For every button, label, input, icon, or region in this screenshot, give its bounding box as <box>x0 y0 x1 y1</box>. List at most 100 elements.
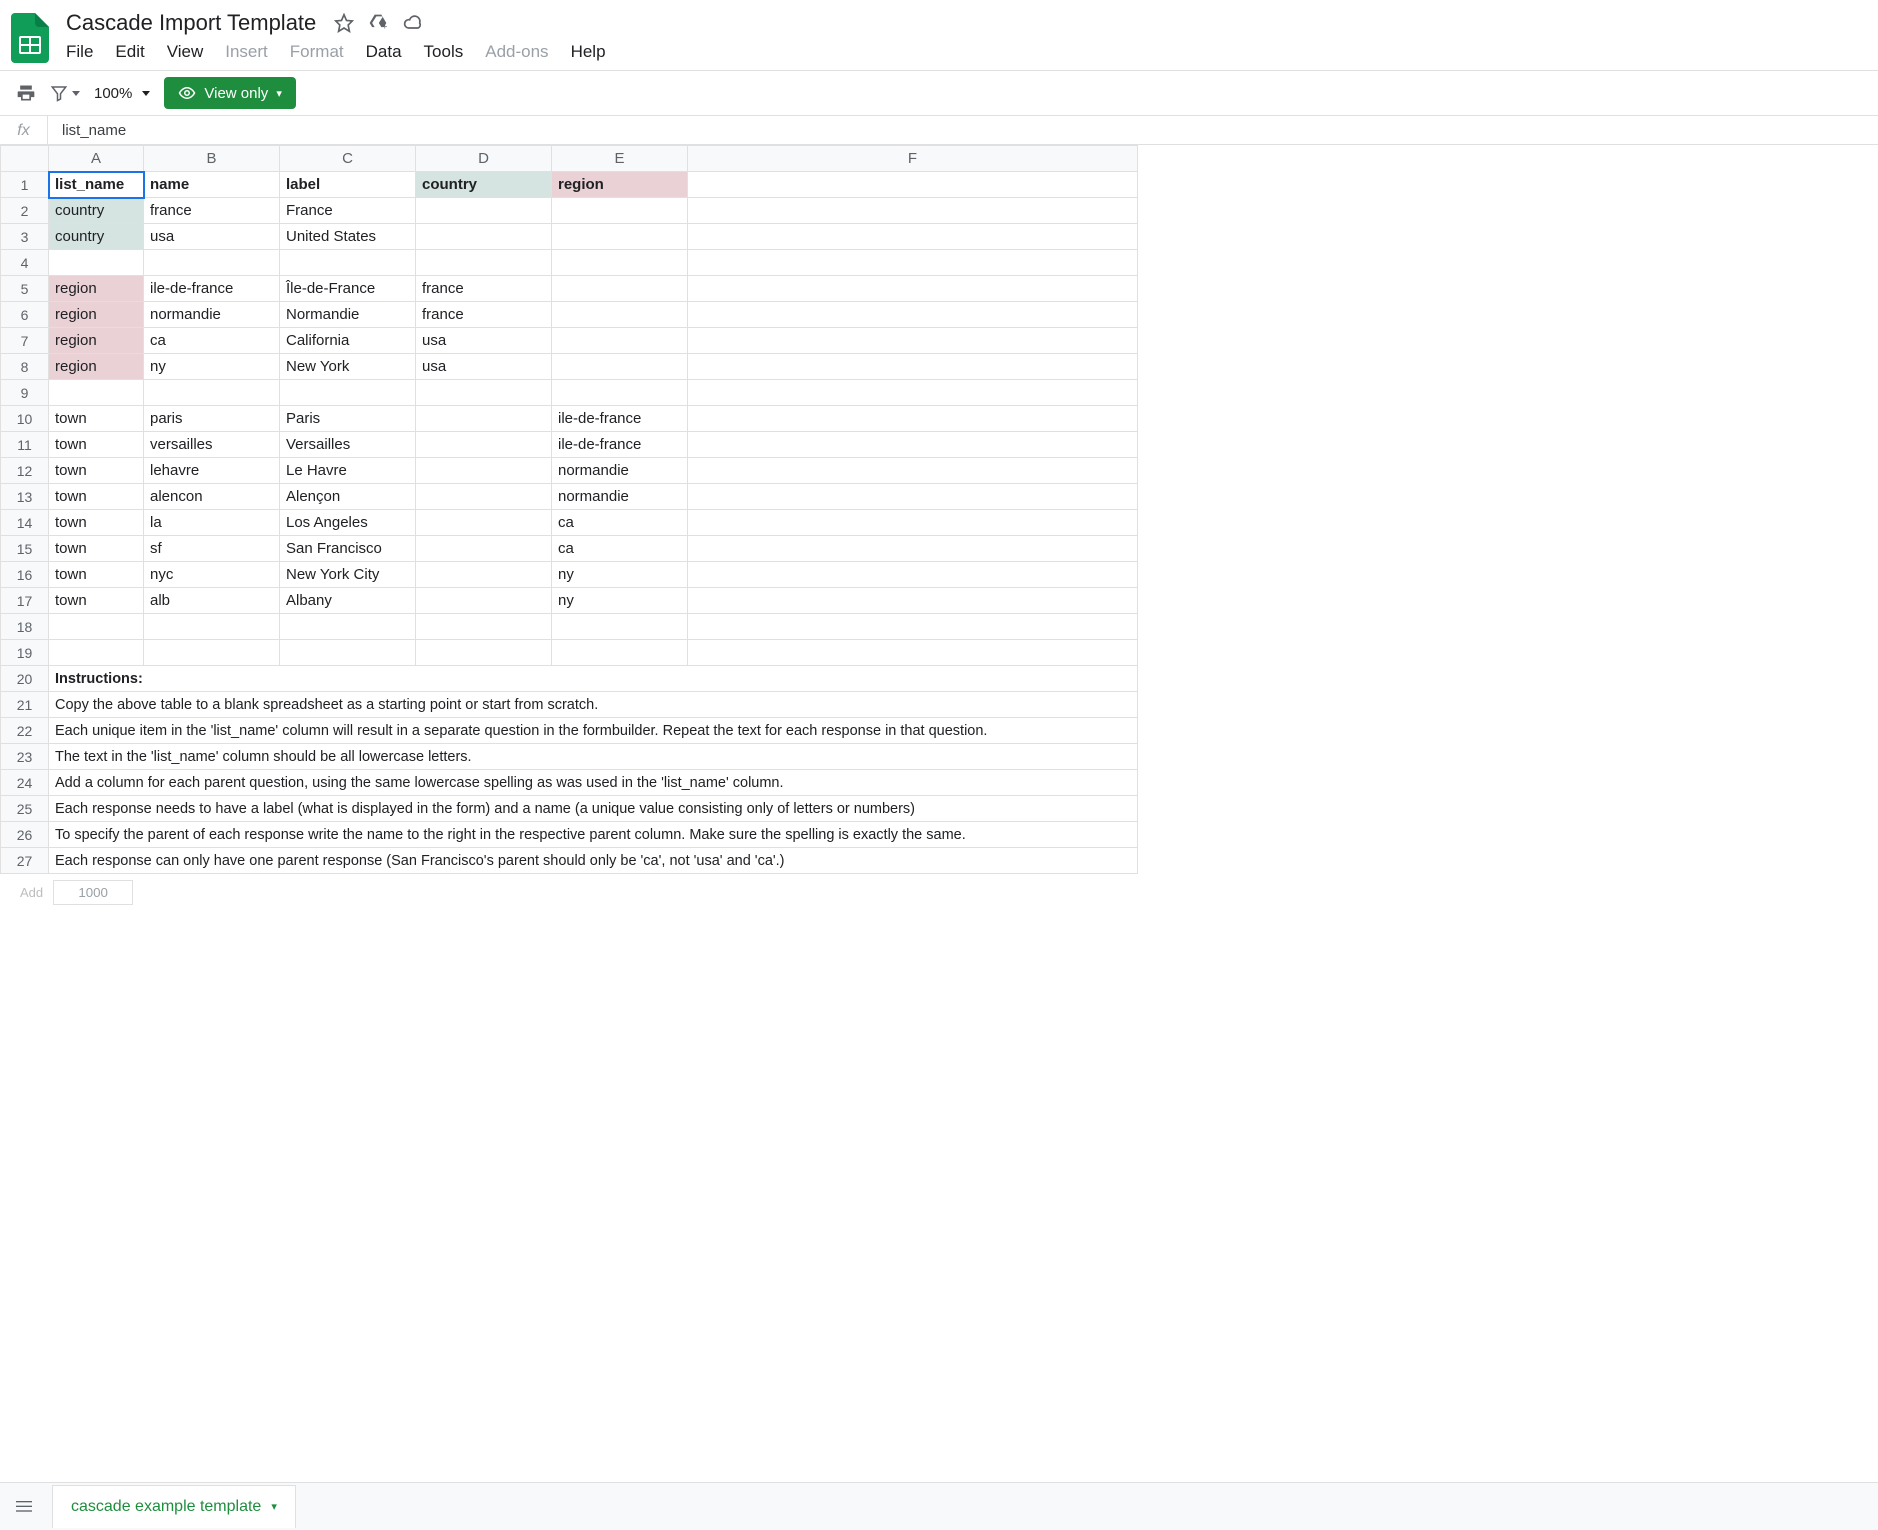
cell-18D[interactable] <box>416 614 552 640</box>
cell-4A[interactable] <box>49 250 144 276</box>
row-header[interactable]: 11 <box>1 432 49 458</box>
cell-16F[interactable] <box>688 562 1138 588</box>
cell-17A[interactable]: town <box>49 588 144 614</box>
cell-27A[interactable]: Each response can only have one parent r… <box>49 848 1138 874</box>
cell-3E[interactable] <box>552 224 688 250</box>
cell-13B[interactable]: alencon <box>144 484 280 510</box>
menu-addons[interactable]: Add-ons <box>485 42 548 62</box>
cell-10B[interactable]: paris <box>144 406 280 432</box>
cell-11A[interactable]: town <box>49 432 144 458</box>
row-header[interactable]: 9 <box>1 380 49 406</box>
cell-6E[interactable] <box>552 302 688 328</box>
row-header[interactable]: 21 <box>1 692 49 718</box>
cell-5D[interactable]: france <box>416 276 552 302</box>
cell-12A[interactable]: town <box>49 458 144 484</box>
cell-6A[interactable]: region <box>49 302 144 328</box>
row-header[interactable]: 17 <box>1 588 49 614</box>
row-header[interactable]: 5 <box>1 276 49 302</box>
cell-25A[interactable]: Each response needs to have a label (wha… <box>49 796 1138 822</box>
add-rows-input[interactable] <box>53 880 133 905</box>
cell-11F[interactable] <box>688 432 1138 458</box>
cell-19B[interactable] <box>144 640 280 666</box>
row-header[interactable]: 23 <box>1 744 49 770</box>
cell-11B[interactable]: versailles <box>144 432 280 458</box>
cell-7B[interactable]: ca <box>144 328 280 354</box>
cell-14B[interactable]: la <box>144 510 280 536</box>
print-icon[interactable] <box>16 83 36 103</box>
menu-help[interactable]: Help <box>571 42 606 62</box>
cell-14F[interactable] <box>688 510 1138 536</box>
cell-10A[interactable]: town <box>49 406 144 432</box>
cell-12D[interactable] <box>416 458 552 484</box>
cell-21A[interactable]: Copy the above table to a blank spreadsh… <box>49 692 1138 718</box>
cell-17F[interactable] <box>688 588 1138 614</box>
cell-6D[interactable]: france <box>416 302 552 328</box>
cell-2B[interactable]: france <box>144 198 280 224</box>
cell-14C[interactable]: Los Angeles <box>280 510 416 536</box>
cell-16E[interactable]: ny <box>552 562 688 588</box>
cell-2F[interactable] <box>688 198 1138 224</box>
doc-title[interactable]: Cascade Import Template <box>62 8 320 38</box>
cell-8E[interactable] <box>552 354 688 380</box>
cell-10F[interactable] <box>688 406 1138 432</box>
star-icon[interactable] <box>334 13 354 33</box>
row-header[interactable]: 3 <box>1 224 49 250</box>
row-header[interactable]: 8 <box>1 354 49 380</box>
col-header-A[interactable]: A <box>49 146 144 172</box>
cell-10E[interactable]: ile-de-france <box>552 406 688 432</box>
cell-1F[interactable] <box>688 172 1138 198</box>
row-header[interactable]: 18 <box>1 614 49 640</box>
cell-20A[interactable]: Instructions: <box>49 666 1138 692</box>
cell-19E[interactable] <box>552 640 688 666</box>
cell-18A[interactable] <box>49 614 144 640</box>
row-header[interactable]: 16 <box>1 562 49 588</box>
col-header-D[interactable]: D <box>416 146 552 172</box>
cell-9B[interactable] <box>144 380 280 406</box>
cell-15C[interactable]: San Francisco <box>280 536 416 562</box>
cell-8B[interactable]: ny <box>144 354 280 380</box>
menu-tools[interactable]: Tools <box>424 42 464 62</box>
cell-2D[interactable] <box>416 198 552 224</box>
cell-17E[interactable]: ny <box>552 588 688 614</box>
cell-9F[interactable] <box>688 380 1138 406</box>
menu-edit[interactable]: Edit <box>115 42 144 62</box>
sheet-tab-dropdown-icon[interactable]: ▾ <box>271 1500 277 1513</box>
cell-7F[interactable] <box>688 328 1138 354</box>
cell-4E[interactable] <box>552 250 688 276</box>
cell-9A[interactable] <box>49 380 144 406</box>
col-header-E[interactable]: E <box>552 146 688 172</box>
sheet-tab-active[interactable]: cascade example template ▾ <box>52 1485 296 1528</box>
cell-5F[interactable] <box>688 276 1138 302</box>
cell-15A[interactable]: town <box>49 536 144 562</box>
cell-19A[interactable] <box>49 640 144 666</box>
cell-1B[interactable]: name <box>144 172 280 198</box>
cell-7E[interactable] <box>552 328 688 354</box>
cell-8F[interactable] <box>688 354 1138 380</box>
cell-16C[interactable]: New York City <box>280 562 416 588</box>
cell-5E[interactable] <box>552 276 688 302</box>
cell-9C[interactable] <box>280 380 416 406</box>
col-header-B[interactable]: B <box>144 146 280 172</box>
cell-1E[interactable]: region <box>552 172 688 198</box>
cell-3F[interactable] <box>688 224 1138 250</box>
row-header[interactable]: 26 <box>1 822 49 848</box>
cell-12C[interactable]: Le Havre <box>280 458 416 484</box>
col-header-C[interactable]: C <box>280 146 416 172</box>
cell-19D[interactable] <box>416 640 552 666</box>
cell-1D[interactable]: country <box>416 172 552 198</box>
cell-6B[interactable]: normandie <box>144 302 280 328</box>
spreadsheet-grid[interactable]: ABCDEF1list_namenamelabelcountryregion2c… <box>0 145 1878 1482</box>
row-header[interactable]: 7 <box>1 328 49 354</box>
cell-12E[interactable]: normandie <box>552 458 688 484</box>
row-header[interactable]: 20 <box>1 666 49 692</box>
all-sheets-icon[interactable] <box>14 1499 34 1515</box>
cell-3A[interactable]: country <box>49 224 144 250</box>
cell-3D[interactable] <box>416 224 552 250</box>
cell-18B[interactable] <box>144 614 280 640</box>
cell-11C[interactable]: Versailles <box>280 432 416 458</box>
cell-5B[interactable]: ile-de-france <box>144 276 280 302</box>
cell-22A[interactable]: Each unique item in the 'list_name' colu… <box>49 718 1138 744</box>
cell-12B[interactable]: lehavre <box>144 458 280 484</box>
row-header[interactable]: 2 <box>1 198 49 224</box>
row-header[interactable]: 22 <box>1 718 49 744</box>
